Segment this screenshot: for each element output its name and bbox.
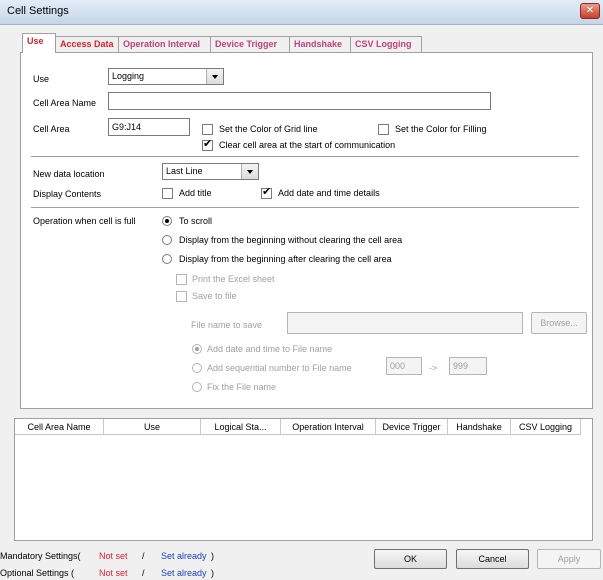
tab-handshake[interactable]: Handshake: [289, 36, 351, 52]
legend-slash: /: [142, 568, 145, 578]
optional-settings-label: Optional Settings (: [0, 568, 75, 578]
seq-from-value: 000: [390, 361, 406, 371]
use-panel: Use Logging Cell Area Name Cell Area G9:…: [20, 52, 593, 409]
ok-button[interactable]: OK: [374, 549, 447, 569]
add-date-time-label: Add date and time details: [278, 188, 380, 198]
cell-area-value: G9:J14: [112, 122, 142, 132]
seq-to-value: 999: [453, 361, 469, 371]
apply-button[interactable]: Apply: [537, 549, 601, 569]
column-header-logical-station[interactable]: Logical Sta...: [201, 419, 281, 435]
not-set-legend: Not set: [99, 568, 128, 578]
cell-area-table[interactable]: Cell Area Name Use Logical Sta... Operat…: [14, 418, 593, 541]
file-name-input[interactable]: [287, 312, 523, 334]
cell-area-input[interactable]: G9:J14: [108, 118, 190, 136]
seq-from-input[interactable]: 000: [386, 357, 422, 375]
set-already-legend: Set already: [161, 568, 207, 578]
column-header-cell-area-name[interactable]: Cell Area Name: [15, 419, 104, 435]
seq-to-input[interactable]: 999: [449, 357, 487, 375]
column-header-handshake[interactable]: Handshake: [448, 419, 511, 435]
divider: [31, 207, 579, 209]
legend-paren: ): [211, 551, 214, 561]
fill-color-checkbox[interactable]: [378, 124, 389, 135]
file-name-label: File name to save: [191, 320, 263, 330]
radio-after-clear-label: Display from the beginning after clearin…: [179, 254, 392, 264]
browse-button[interactable]: Browse...: [531, 312, 587, 334]
tab-operation-interval[interactable]: Operation Interval: [118, 36, 211, 52]
browse-label: Browse...: [540, 318, 578, 328]
use-label: Use: [33, 74, 50, 84]
seq-arrow: ->: [429, 363, 438, 373]
use-select-value: Logging: [112, 71, 145, 81]
new-data-location-select[interactable]: Last Line: [162, 163, 259, 180]
column-header-csv-logging[interactable]: CSV Logging: [511, 419, 581, 435]
radio-to-scroll-label: To scroll: [179, 216, 213, 226]
radio-fix-name[interactable]: [192, 382, 202, 392]
cell-area-label: Cell Area: [33, 124, 70, 134]
divider: [31, 156, 579, 158]
close-icon: ✕: [585, 5, 595, 16]
clear-cell-label: Clear cell area at the start of communic…: [219, 140, 396, 150]
grid-color-checkbox[interactable]: [202, 124, 213, 135]
grid-color-label: Set the Color of Grid line: [219, 124, 318, 134]
column-header-device-trigger[interactable]: Device Trigger: [376, 419, 448, 435]
fill-color-label: Set the Color for Filling: [395, 124, 487, 134]
cell-area-name-input[interactable]: [108, 92, 491, 110]
new-data-location-value: Last Line: [166, 166, 203, 176]
chevron-down-icon: [241, 164, 258, 179]
window-title: Cell Settings: [7, 5, 69, 17]
tab-access-data[interactable]: Access Data: [55, 36, 119, 52]
display-contents-label: Display Contents: [33, 189, 102, 199]
column-header-operation-interval[interactable]: Operation Interval: [281, 419, 376, 435]
print-excel-label: Print the Excel sheet: [192, 274, 275, 284]
legend-slash: /: [142, 551, 145, 561]
tab-device-trigger[interactable]: Device Trigger: [210, 36, 290, 52]
radio-add-date-file-label: Add date and time to File name: [207, 344, 333, 354]
add-title-checkbox[interactable]: [162, 188, 173, 199]
operation-full-label: Operation when cell is full: [33, 216, 136, 226]
radio-no-clear[interactable]: [162, 235, 172, 245]
chevron-down-icon: [206, 69, 223, 84]
close-button[interactable]: ✕: [580, 3, 600, 19]
not-set-legend: Not set: [99, 551, 128, 561]
new-data-location-label: New data location: [33, 169, 105, 179]
title-bar[interactable]: Cell Settings ✕: [0, 0, 603, 25]
cancel-button[interactable]: Cancel: [456, 549, 529, 569]
column-header-use[interactable]: Use: [104, 419, 201, 435]
save-to-file-label: Save to file: [192, 291, 237, 301]
legend-paren: ): [211, 568, 214, 578]
radio-no-clear-label: Display from the beginning without clear…: [179, 235, 403, 245]
cell-settings-window: Cell Settings ✕ Use Access Data Operatio…: [0, 0, 603, 580]
radio-to-scroll[interactable]: [162, 216, 172, 226]
cell-area-name-label: Cell Area Name: [33, 98, 97, 108]
print-excel-checkbox[interactable]: [176, 274, 187, 285]
tab-csv-logging[interactable]: CSV Logging: [350, 36, 422, 52]
radio-add-date-file[interactable]: [192, 344, 202, 354]
mandatory-settings-label: Mandatory Settings(: [0, 551, 81, 561]
add-title-label: Add title: [179, 188, 212, 198]
set-already-legend: Set already: [161, 551, 207, 561]
radio-add-seq-file-label: Add sequential number to File name: [207, 363, 352, 373]
tab-use[interactable]: Use: [22, 33, 56, 53]
use-select[interactable]: Logging: [108, 68, 224, 85]
radio-fix-name-label: Fix the File name: [207, 382, 277, 392]
radio-add-seq-file[interactable]: [192, 363, 202, 373]
clear-cell-checkbox[interactable]: [202, 138, 213, 151]
save-to-file-checkbox[interactable]: [176, 291, 187, 302]
add-date-time-checkbox[interactable]: [261, 186, 272, 199]
radio-after-clear[interactable]: [162, 254, 172, 264]
